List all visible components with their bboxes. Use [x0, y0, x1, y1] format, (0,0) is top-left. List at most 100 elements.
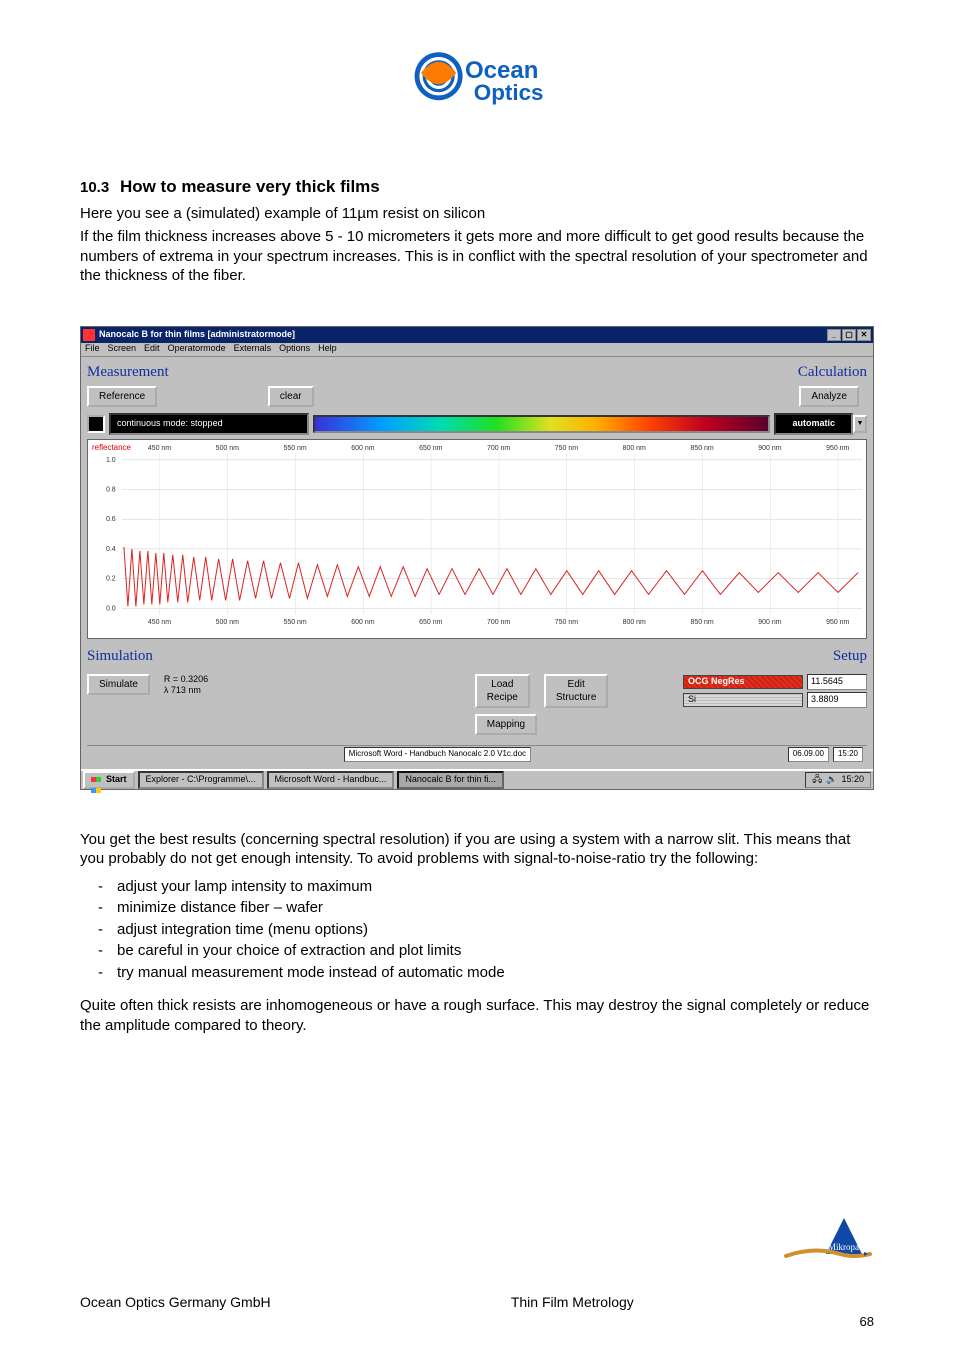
measurement-heading: Measurement: [87, 363, 169, 383]
close-button[interactable]: ✕: [857, 329, 871, 341]
svg-text:0.2: 0.2: [106, 575, 116, 582]
tray-time: 15:20: [841, 774, 864, 786]
list-item: try manual measurement mode instead of a…: [98, 963, 874, 983]
list-item: minimize distance fiber – wafer: [98, 898, 874, 918]
status-date: 06.09.00: [788, 747, 829, 761]
svg-text:700 nm: 700 nm: [487, 445, 510, 452]
task-nanocalc[interactable]: Nanocalc B for thin fi...: [397, 771, 504, 789]
para-4: Quite often thick resists are inhomogene…: [80, 996, 874, 1035]
para-2: If the film thickness increases above 5 …: [80, 227, 874, 286]
mode-dropdown[interactable]: ▼: [853, 415, 867, 433]
svg-text:650 nm: 650 nm: [419, 445, 442, 452]
layer-stack: OCG NegRes 11.5645 Si 3.8809: [683, 674, 867, 735]
status-indicator: [87, 415, 105, 433]
chart-ylabel: reflectance: [92, 443, 132, 452]
sim-lambda-value: λ 713 nm: [164, 685, 208, 696]
sim-r-value: R = 0.3206: [164, 674, 208, 685]
menu-help[interactable]: Help: [318, 343, 337, 356]
reflectance-chart: reflectance 1.0 0.8 0.6 0.4 0.2 0.0: [87, 439, 867, 639]
section-title: How to measure very thick films: [120, 177, 380, 196]
menu-screen[interactable]: Screen: [108, 343, 137, 356]
svg-text:Mikropack: Mikropack: [828, 1242, 868, 1252]
svg-text:900 nm: 900 nm: [758, 445, 781, 452]
menu-externals[interactable]: Externals: [234, 343, 272, 356]
task-word[interactable]: Microsoft Word - Handbuc...: [267, 771, 395, 789]
svg-text:0.8: 0.8: [106, 486, 116, 493]
para-3: You get the best results (concerning spe…: [80, 830, 874, 869]
window-title: Nanocalc B for thin films [administrator…: [99, 329, 295, 341]
svg-text:750 nm: 750 nm: [555, 445, 578, 452]
start-button[interactable]: Start: [83, 771, 135, 789]
mapping-button[interactable]: Mapping: [475, 714, 537, 735]
load-recipe-button[interactable]: Load Recipe: [475, 674, 530, 708]
svg-text:550 nm: 550 nm: [283, 619, 306, 626]
svg-text:800 nm: 800 nm: [623, 619, 646, 626]
svg-text:▸: ▸: [864, 1249, 868, 1258]
taskbar: Start Explorer - C:\Programme\... Micros…: [81, 769, 873, 789]
menu-file[interactable]: File: [85, 343, 100, 356]
task-explorer[interactable]: Explorer - C:\Programme\...: [138, 771, 264, 789]
layer-1-value[interactable]: 11.5645: [807, 674, 867, 690]
nanocalc-window: Nanocalc B for thin films [administrator…: [80, 326, 874, 790]
doc-hint: Microsoft Word - Handbuch Nanocalc 2.0 V…: [344, 747, 531, 761]
mikropack-logo: Mikropack ▸: [784, 1216, 874, 1272]
svg-text:500 nm: 500 nm: [216, 445, 239, 452]
svg-text:0.6: 0.6: [106, 516, 116, 523]
menu-edit[interactable]: Edit: [144, 343, 160, 356]
svg-text:Optics: Optics: [474, 80, 544, 105]
list-item: adjust integration time (menu options): [98, 920, 874, 940]
tray-icon: 🔊: [826, 774, 837, 786]
spectrum-bar: [313, 415, 770, 433]
para-1: Here you see a (simulated) example of 11…: [80, 204, 874, 224]
reference-button[interactable]: Reference: [87, 386, 157, 407]
layer-2-value[interactable]: 3.8809: [807, 692, 867, 708]
svg-text:550 nm: 550 nm: [283, 445, 306, 452]
svg-text:1.0: 1.0: [106, 457, 116, 464]
clear-button[interactable]: clear: [268, 386, 314, 407]
svg-text:450 nm: 450 nm: [148, 445, 171, 452]
edit-structure-button[interactable]: Edit Structure: [544, 674, 609, 708]
section-heading: 10.3 How to measure very thick films: [80, 176, 874, 198]
svg-text:800 nm: 800 nm: [623, 445, 646, 452]
svg-text:0.4: 0.4: [106, 546, 116, 553]
app-icon: [83, 329, 95, 341]
menu-operatormode[interactable]: Operatormode: [168, 343, 226, 356]
svg-text:450 nm: 450 nm: [148, 619, 171, 626]
layer-2-name[interactable]: Si: [683, 693, 803, 707]
status-time: 15:20: [833, 747, 863, 761]
simulate-button[interactable]: Simulate: [87, 674, 150, 695]
svg-text:900 nm: 900 nm: [758, 619, 781, 626]
section-number: 10.3: [80, 179, 109, 196]
layer-1-name[interactable]: OCG NegRes: [683, 675, 803, 689]
tray-icon: 🖧: [812, 774, 822, 786]
setup-heading: Setup: [833, 647, 867, 667]
maximize-button[interactable]: ▢: [842, 329, 856, 341]
svg-text:700 nm: 700 nm: [487, 619, 510, 626]
footer-center: Thin Film Metrology: [511, 1293, 634, 1311]
list-item: be careful in your choice of extraction …: [98, 941, 874, 961]
system-tray: 🖧 🔊 15:20: [805, 772, 871, 788]
minimize-button[interactable]: _: [827, 329, 841, 341]
bullet-list: adjust your lamp intensity to maximum mi…: [98, 877, 874, 983]
svg-text:750 nm: 750 nm: [555, 619, 578, 626]
svg-text:0.0: 0.0: [106, 605, 116, 612]
analyze-button[interactable]: Analyze: [799, 386, 859, 407]
svg-text:850 nm: 850 nm: [690, 619, 713, 626]
list-item: adjust your lamp intensity to maximum: [98, 877, 874, 897]
svg-text:650 nm: 650 nm: [419, 619, 442, 626]
svg-text:850 nm: 850 nm: [690, 445, 713, 452]
chart-series: [124, 547, 858, 606]
svg-text:500 nm: 500 nm: [216, 619, 239, 626]
page-number: 68: [860, 1314, 874, 1331]
titlebar: Nanocalc B for thin films [administrator…: [81, 327, 873, 343]
svg-text:600 nm: 600 nm: [351, 619, 374, 626]
svg-text:600 nm: 600 nm: [351, 445, 374, 452]
menubar: File Screen Edit Operatormode Externals …: [81, 343, 873, 357]
calculation-heading: Calculation: [798, 363, 867, 383]
ocean-optics-logo: Ocean Optics: [80, 40, 874, 136]
menu-options[interactable]: Options: [279, 343, 310, 356]
svg-text:950 nm: 950 nm: [826, 619, 849, 626]
footer-left: Ocean Optics Germany GmbH: [80, 1293, 271, 1311]
simulation-heading: Simulation: [87, 647, 153, 667]
mode-label: automatic: [774, 413, 853, 435]
